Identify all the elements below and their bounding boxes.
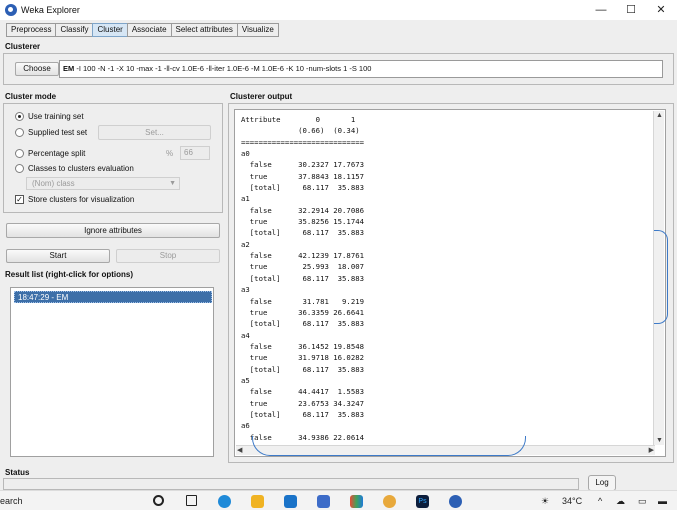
tab-preprocess[interactable]: Preprocess	[6, 23, 56, 37]
tray-overflow-icon[interactable]: ^	[598, 496, 602, 506]
supplied-test-set-label: Supplied test set	[28, 128, 88, 137]
clusterer-output-text: Attribute 0 1 (0.66) (0.34) ============…	[241, 115, 365, 442]
tab-bar: Preprocess Classify Cluster Associate Se…	[6, 23, 279, 37]
stop-button[interactable]: Stop	[116, 249, 220, 263]
tab-select-attributes[interactable]: Select attributes	[170, 23, 237, 37]
clusterer-config-field[interactable]: EM -I 100 -N -1 -X 10 -max -1 -ll-cv 1.0…	[59, 60, 663, 78]
tab-visualize[interactable]: Visualize	[236, 23, 279, 37]
file-explorer-icon[interactable]	[251, 495, 264, 508]
status-bar	[3, 478, 579, 490]
scroll-left-arrow-icon[interactable]: ◀	[237, 446, 242, 454]
percentage-split-input[interactable]: 66	[180, 146, 210, 160]
title-bar: Weka Explorer — ☐ ✕	[0, 0, 677, 20]
scroll-thumb-outline	[252, 436, 526, 456]
use-training-set-option[interactable]: Use training set	[15, 111, 84, 122]
scroll-right-arrow-icon[interactable]: ▶	[649, 446, 654, 454]
set-test-set-button[interactable]: Set...	[98, 125, 211, 140]
clusterer-section-label: Clusterer	[5, 42, 41, 51]
radio-selected-icon[interactable]	[15, 112, 24, 121]
scroll-up-arrow-icon[interactable]: ▲	[656, 112, 663, 119]
cloud-icon[interactable]: ☁	[616, 496, 625, 507]
result-list-item[interactable]: 18:47:29 - EM	[14, 291, 212, 303]
scroll-thumb-outline	[654, 230, 668, 324]
close-button[interactable]: ✕	[646, 0, 676, 20]
taskbar-search[interactable]: earch	[0, 496, 23, 506]
clusterer-output-area[interactable]: Attribute 0 1 (0.66) (0.34) ============…	[234, 109, 666, 457]
window-title: Weka Explorer	[21, 5, 80, 15]
classes-to-clusters-label: Classes to clusters evaluation	[28, 164, 134, 173]
tab-associate[interactable]: Associate	[126, 23, 171, 37]
result-list[interactable]: 18:47:29 - EM	[10, 287, 214, 457]
supplied-test-set-option[interactable]: Supplied test set	[15, 127, 87, 138]
clusterer-output-label: Clusterer output	[230, 92, 293, 101]
checkbox-checked-icon[interactable]: ✓	[15, 195, 24, 204]
mail-icon[interactable]	[284, 495, 297, 508]
start-button[interactable]: Start	[6, 249, 110, 263]
network-icon[interactable]: ▭	[638, 496, 647, 507]
photos-app-icon[interactable]	[350, 495, 363, 508]
minimize-button[interactable]: —	[586, 0, 616, 20]
log-button[interactable]: Log	[588, 475, 616, 491]
battery-icon[interactable]: ▬	[658, 496, 667, 506]
radio-unselected-icon[interactable]	[15, 164, 24, 173]
status-label: Status	[5, 468, 30, 477]
store-clusters-label: Store clusters for visualization	[28, 195, 135, 204]
photoshop-icon[interactable]: Ps	[416, 495, 429, 508]
use-training-set-label: Use training set	[28, 112, 84, 121]
weather-icon[interactable]: ☀	[541, 496, 549, 507]
result-list-label: Result list (right-click for options)	[5, 270, 134, 279]
store-clusters-option[interactable]: ✓ Store clusters for visualization	[15, 194, 134, 205]
task-view-icon[interactable]	[186, 495, 197, 506]
classes-to-clusters-option[interactable]: Classes to clusters evaluation	[15, 163, 134, 174]
weka-app-icon	[5, 4, 17, 16]
scroll-down-arrow-icon[interactable]: ▼	[656, 437, 663, 444]
class-attribute-select[interactable]: (Nom) class ▼	[26, 177, 180, 190]
chevron-down-icon: ▼	[169, 180, 176, 187]
notes-app-icon[interactable]	[317, 495, 330, 508]
windows-taskbar: earch Ps ☀ 34°C ^ ☁ ▭ ▬	[0, 490, 677, 510]
cluster-mode-label: Cluster mode	[5, 92, 57, 101]
temperature-text[interactable]: 34°C	[562, 496, 582, 506]
maximize-button[interactable]: ☐	[616, 0, 646, 20]
tab-classify[interactable]: Classify	[55, 23, 93, 37]
cortana-icon[interactable]	[153, 495, 164, 506]
chrome-icon[interactable]	[383, 495, 396, 508]
clusterer-algorithm: EM	[63, 64, 75, 73]
clusterer-options: -I 100 -N -1 -X 10 -max -1 -ll-cv 1.0E-6…	[76, 64, 372, 73]
ignore-attributes-button[interactable]: Ignore attributes	[6, 223, 220, 238]
edge-icon[interactable]	[218, 495, 231, 508]
choose-button[interactable]: Choose	[15, 62, 59, 76]
weka-taskbar-icon[interactable]	[449, 495, 462, 508]
percentage-split-option[interactable]: Percentage split	[15, 148, 85, 159]
class-select-value: (Nom) class	[32, 179, 75, 188]
radio-unselected-icon[interactable]	[15, 149, 24, 158]
percentage-split-label: Percentage split	[28, 149, 86, 158]
tab-cluster[interactable]: Cluster	[92, 23, 127, 37]
percent-sign: %	[166, 149, 174, 158]
radio-unselected-icon[interactable]	[15, 128, 24, 137]
